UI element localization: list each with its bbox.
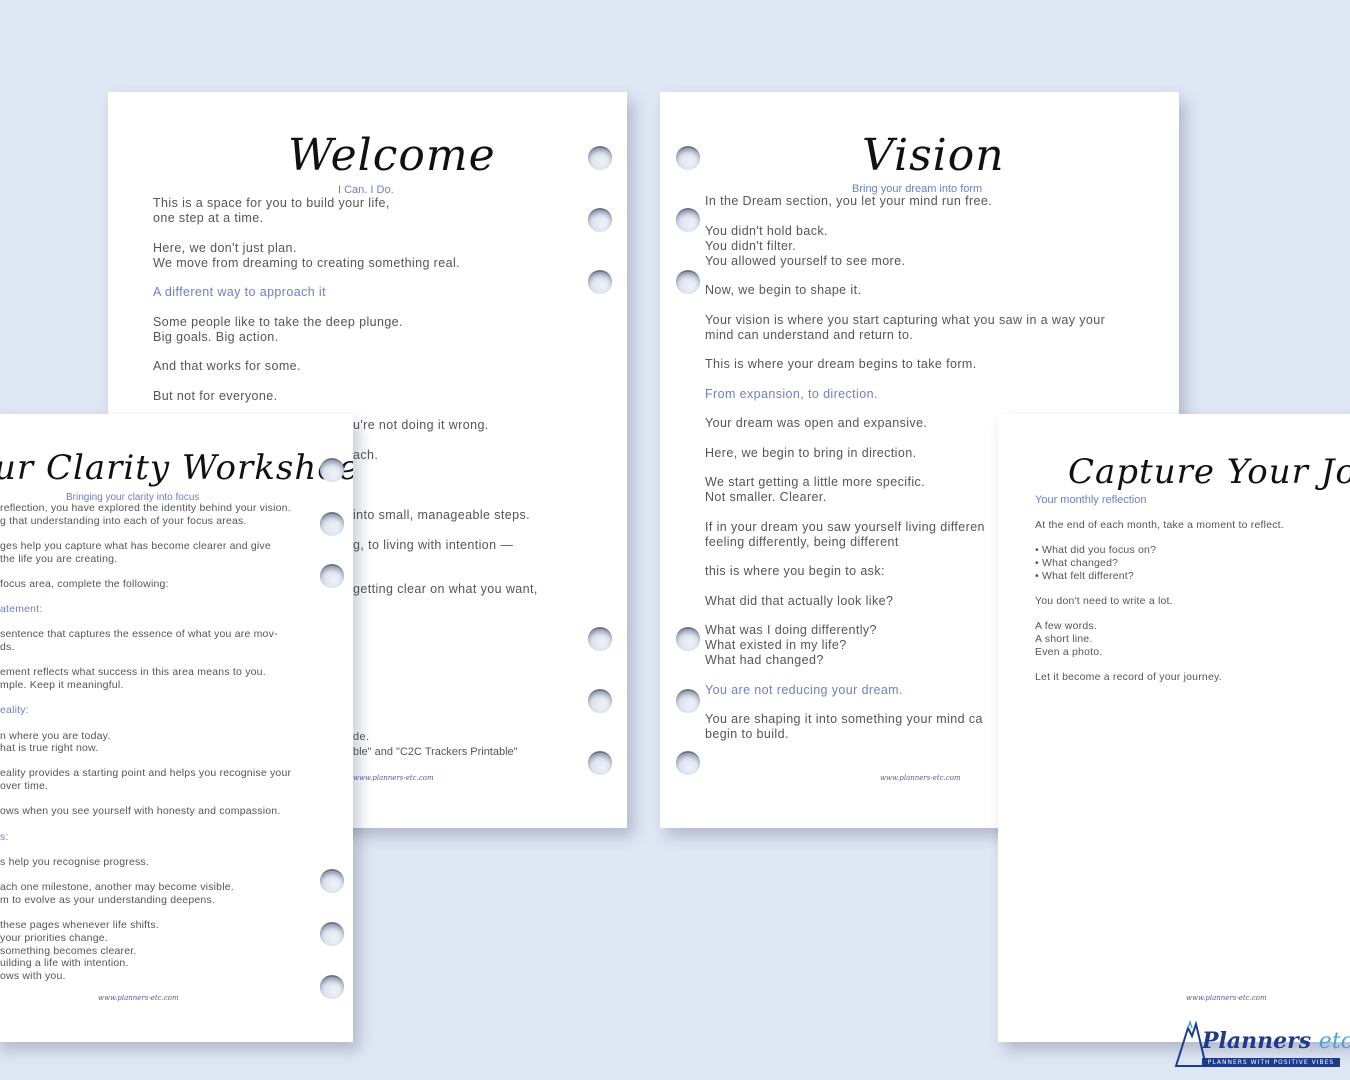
- clarity-footer: www.planners-etc.com: [98, 994, 179, 1002]
- capture-footer: www.planners-etc.com: [1186, 994, 1267, 1002]
- paragraph: A few words. A short line. Even a photo.: [1035, 620, 1103, 658]
- text-fragment: into small, manageable steps.: [353, 508, 530, 522]
- binder-hole: [320, 975, 344, 999]
- planners-etc-logo: Planners etc. PLANNERS WITH POSITIVE VIB…: [1172, 1018, 1350, 1070]
- welcome-subtitle: I Can. I Do.: [338, 184, 394, 196]
- binder-hole: [676, 208, 700, 232]
- paragraph: n where you are today. hat is true right…: [0, 729, 111, 755]
- capture-journey-page: Capture Your Journey Your monthly reflec…: [998, 414, 1350, 1042]
- binder-hole: [588, 627, 612, 651]
- text-fragment: ach.: [353, 448, 379, 462]
- paragraph: This is a space for you to build your li…: [153, 196, 390, 225]
- section-heading: s:: [0, 830, 9, 843]
- logo-name: Planners: [1202, 1028, 1312, 1054]
- paragraph: You don't need to write a lot.: [1035, 594, 1173, 607]
- paragraph: reflection, you have explored the identi…: [0, 502, 291, 527]
- text-fragment: u're not doing it wrong.: [353, 418, 489, 432]
- paragraph: eality provides a starting point and hel…: [0, 767, 292, 793]
- paragraph: sentence that captures the essence of wh…: [0, 628, 278, 654]
- capture-body: At the end of each month, take a moment …: [1035, 519, 1335, 696]
- paragraph: s help you recognise progress.: [0, 855, 149, 868]
- paragraph: This is where your dream begins to take …: [705, 357, 977, 371]
- vision-footer: www.planners-etc.com: [880, 774, 961, 782]
- welcome-body: This is a space for you to build your li…: [153, 196, 533, 418]
- paragraph: And that works for some.: [153, 359, 301, 373]
- paragraph: Some people like to take the deep plunge…: [153, 314, 403, 344]
- binder-hole: [676, 146, 700, 170]
- vision-title: Vision: [862, 130, 1005, 181]
- binder-hole: [588, 208, 612, 232]
- capture-title: Capture Your Journey: [1068, 452, 1350, 492]
- clarity-worksheet-page: ur Clarity Worksheet Bringing your clari…: [0, 414, 353, 1042]
- paragraph: ows when you see yourself with honesty a…: [0, 805, 281, 818]
- paragraph: • What did you focus on? • What changed?…: [1035, 544, 1157, 582]
- clarity-body: reflection, you have explored the identi…: [0, 502, 330, 995]
- binder-hole: [320, 512, 344, 536]
- text-fragment: ble" and "C2C Trackers Printable": [353, 746, 518, 758]
- logo-tagline: PLANNERS WITH POSITIVE VIBES: [1202, 1058, 1340, 1067]
- welcome-footer: www.planners-etc.com: [353, 774, 434, 782]
- paragraph: ach one milestone, another may become vi…: [0, 881, 234, 906]
- binder-hole: [588, 689, 612, 713]
- binder-hole: [588, 270, 612, 294]
- binder-hole: [320, 922, 344, 946]
- clarity-title: ur Clarity Worksheet: [0, 448, 353, 488]
- paragraph: At the end of each month, take a moment …: [1035, 519, 1284, 531]
- welcome-title: Welcome: [288, 130, 496, 181]
- binder-hole: [320, 458, 344, 482]
- paragraph: ges help you capture what has become cle…: [0, 539, 271, 565]
- section-heading: atement:: [0, 603, 43, 616]
- paragraph: Your vision is where you start capturing…: [705, 312, 1106, 342]
- logo-suffix: etc.: [1318, 1029, 1350, 1054]
- paragraph: But not for everyone.: [153, 388, 278, 403]
- paragraph: Now, we begin to shape it.: [705, 283, 862, 297]
- binder-hole: [676, 627, 700, 651]
- section-heading: A different way to approach it: [153, 285, 326, 299]
- capture-subtitle: Your monthly reflection: [1035, 494, 1147, 506]
- paragraph: You didn't hold back. You didn't filter.…: [705, 223, 906, 268]
- binder-hole: [320, 869, 344, 893]
- paragraph: Let it become a record of your journey.: [1035, 670, 1222, 683]
- text-fragment: getting clear on what you want,: [353, 582, 538, 596]
- binder-hole: [588, 751, 612, 775]
- paragraph: these pages whenever life shifts. your p…: [0, 919, 159, 983]
- paragraph: In the Dream section, you let your mind …: [705, 194, 993, 208]
- section-heading: eality:: [0, 704, 29, 717]
- section-heading: From expansion, to direction.: [705, 386, 878, 401]
- binder-hole: [588, 146, 612, 170]
- text-fragment: de.: [353, 731, 370, 743]
- binder-hole: [676, 689, 700, 713]
- binder-hole: [676, 270, 700, 294]
- logo-wordmark: Planners etc.: [1202, 1028, 1350, 1054]
- binder-hole: [676, 751, 700, 775]
- binder-hole: [320, 564, 344, 588]
- paragraph: Here, we don't just plan. We move from d…: [153, 240, 460, 270]
- paragraph: focus area, complete the following:: [0, 577, 169, 590]
- text-fragment: g, to living with intention —: [353, 538, 514, 552]
- paragraph: ement reflects what success in this area…: [0, 666, 266, 692]
